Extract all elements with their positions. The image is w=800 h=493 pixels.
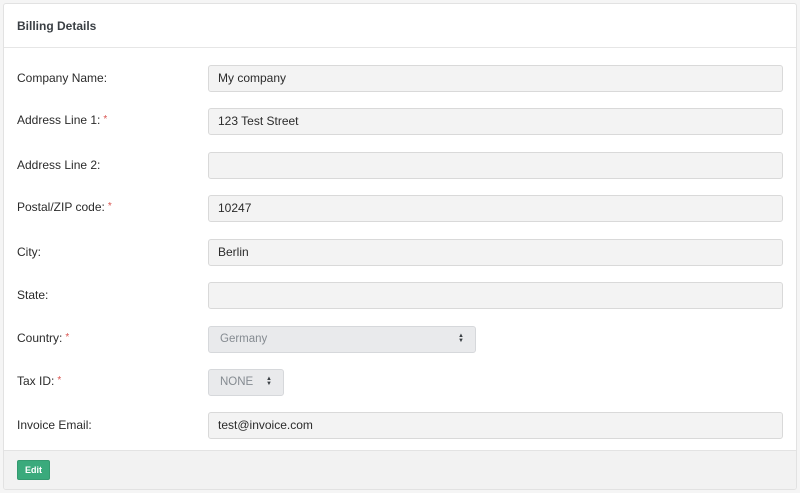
address-line-2-label: Address Line 2:: [17, 158, 101, 172]
panel-header: Billing Details: [4, 4, 796, 48]
company-name-label: Company Name:: [17, 71, 108, 85]
invoice-email-input[interactable]: [208, 411, 783, 439]
form-row-invoice-email: Invoice Email:: [4, 411, 796, 439]
form-row-tax-id: Tax ID: * NONE ▲ ▼: [4, 368, 796, 396]
postal-code-label: Postal/ZIP code: *: [17, 200, 112, 214]
form-row-country: Country: * Germany ▲ ▼: [4, 325, 796, 353]
country-selected-value: Germany: [220, 333, 268, 345]
address-line-1-input[interactable]: [208, 107, 783, 135]
tax-id-selected-value: NONE: [220, 376, 254, 388]
city-label: City:: [17, 245, 41, 259]
select-arrows-icon: ▲ ▼: [266, 376, 272, 387]
tax-id-label: Tax ID: *: [17, 374, 62, 388]
billing-form: Company Name: Address Line 1:* Address L…: [4, 48, 796, 452]
select-arrows-icon: ▲ ▼: [458, 333, 464, 344]
address-line-1-label: Address Line 1: *: [17, 113, 108, 127]
edit-button[interactable]: Edit: [17, 460, 50, 480]
billing-details-panel: Billing Details Company Name: Address Li…: [3, 3, 797, 490]
required-mark: *: [65, 332, 70, 343]
tax-id-select[interactable]: NONE ▲ ▼: [208, 368, 284, 396]
form-row-address-line-1: Address Line 1: *: [4, 107, 796, 135]
panel-title: Billing Details: [17, 18, 97, 33]
state-input[interactable]: [208, 281, 783, 309]
form-row-company-name: Company Name:: [4, 64, 796, 92]
invoice-email-label: Invoice Email:: [17, 418, 92, 432]
required-mark: *: [107, 201, 112, 212]
company-name-input[interactable]: [208, 64, 783, 92]
postal-code-input[interactable]: [208, 194, 783, 222]
address-line-2-input[interactable]: [208, 151, 783, 179]
form-row-postal-code: Postal/ZIP code: *: [4, 194, 796, 222]
country-select[interactable]: Germany ▲ ▼: [208, 325, 476, 353]
panel-footer: Edit: [4, 450, 796, 489]
required-mark: *: [57, 375, 62, 386]
city-input[interactable]: [208, 238, 783, 266]
state-label: State:: [17, 288, 49, 302]
form-row-state: State:: [4, 281, 796, 309]
required-mark: *: [103, 114, 108, 125]
country-label: Country: *: [17, 331, 70, 345]
form-row-city: City:: [4, 238, 796, 266]
form-row-address-line-2: Address Line 2:: [4, 151, 796, 179]
